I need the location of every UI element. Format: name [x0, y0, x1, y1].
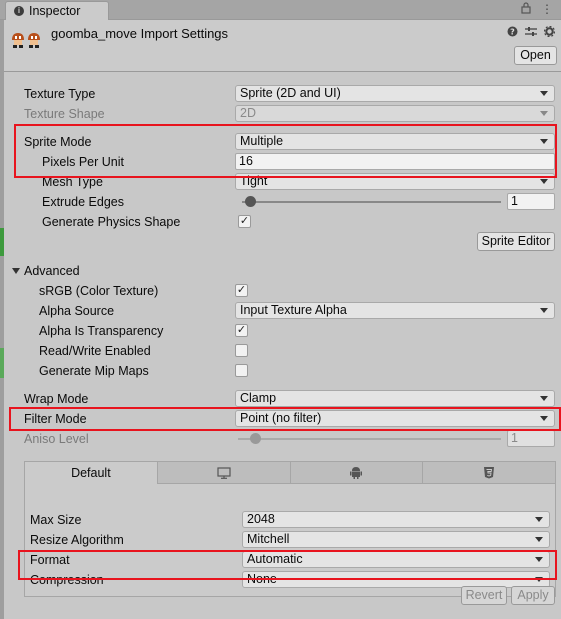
srgb-label: sRGB (Color Texture)	[39, 284, 159, 298]
texture-type-label: Texture Type	[24, 87, 96, 101]
texture-shape-dropdown: 2D	[235, 105, 555, 122]
monitor-icon	[217, 466, 231, 479]
foldout-arrow-icon[interactable]	[12, 268, 20, 274]
read-write-checkbox[interactable]	[235, 344, 248, 357]
lock-icon[interactable]	[521, 2, 531, 17]
extrude-edges-label: Extrude Edges	[42, 195, 124, 209]
alpha-is-transparency-label: Alpha Is Transparency	[39, 324, 164, 338]
wrap-mode-label: Wrap Mode	[24, 392, 89, 406]
aniso-level-slider	[238, 438, 501, 440]
texture-type-dropdown[interactable]: Sprite (2D and UI)	[235, 85, 555, 102]
inspector-panel: goomba_move Import Settings ? Open Textu…	[4, 20, 561, 619]
texture-shape-value: 2D	[240, 106, 256, 120]
highlight-box	[18, 550, 557, 580]
help-icon[interactable]: ?	[507, 26, 518, 40]
chevron-down-icon	[540, 308, 548, 313]
presets-icon[interactable]	[525, 26, 537, 40]
tab-android[interactable]	[290, 462, 424, 484]
max-size-dropdown[interactable]: 2048	[242, 511, 550, 528]
max-size-label: Max Size	[30, 513, 82, 527]
chevron-down-icon	[535, 517, 543, 522]
srgb-checkbox[interactable]: ✓	[235, 284, 248, 297]
resize-algorithm-value: Mitchell	[247, 532, 290, 546]
alpha-is-transparency-checkbox[interactable]: ✓	[235, 324, 248, 337]
resize-algorithm-label: Resize Algorithm	[30, 533, 124, 547]
tab-default[interactable]: Default	[25, 462, 158, 484]
wrap-mode-dropdown[interactable]: Clamp	[235, 390, 555, 407]
goomba-sprite-icon	[12, 33, 40, 48]
platform-tabs: Default	[25, 462, 555, 484]
extrude-edges-field[interactable]: 1	[507, 193, 555, 210]
more-icon[interactable]: ⋮	[541, 2, 553, 17]
sprite-editor-button[interactable]: Sprite Editor	[477, 232, 555, 251]
generate-physics-shape-label: Generate Physics Shape	[42, 215, 181, 229]
tab-webgl[interactable]	[423, 462, 555, 484]
apply-button[interactable]: Apply	[511, 586, 555, 605]
revert-button[interactable]: Revert	[461, 586, 507, 605]
chevron-down-icon	[535, 537, 543, 542]
alpha-source-label: Alpha Source	[39, 304, 115, 318]
generate-physics-shape-checkbox[interactable]: ✓	[238, 215, 251, 228]
extrude-edges-slider-handle[interactable]	[245, 196, 256, 207]
highlight-box	[9, 407, 561, 431]
wrap-mode-value: Clamp	[240, 391, 277, 405]
texture-shape-label: Texture Shape	[24, 107, 105, 121]
alpha-source-value: Input Texture Alpha	[240, 303, 347, 317]
read-write-label: Read/Write Enabled	[39, 344, 151, 358]
chevron-down-icon	[540, 179, 548, 184]
inspector-tab[interactable]: i Inspector	[5, 1, 109, 20]
chevron-down-icon	[540, 91, 548, 96]
chevron-down-icon	[540, 111, 548, 116]
generate-mip-maps-checkbox[interactable]	[235, 364, 248, 377]
window-tab-bar: i Inspector ⋮	[0, 0, 561, 20]
extrude-edges-slider[interactable]	[242, 201, 501, 203]
asset-title: goomba_move Import Settings	[51, 26, 229, 41]
advanced-foldout-label[interactable]: Advanced	[24, 264, 80, 278]
svg-text:?: ?	[510, 28, 515, 37]
gear-icon[interactable]	[543, 25, 556, 40]
tab-standalone[interactable]	[157, 462, 291, 484]
aniso-level-slider-handle	[250, 433, 261, 444]
chevron-down-icon	[540, 396, 548, 401]
open-button[interactable]: Open	[514, 46, 557, 65]
generate-mip-maps-label: Generate Mip Maps	[39, 364, 149, 378]
info-icon: i	[14, 6, 24, 16]
resize-algorithm-dropdown[interactable]: Mitchell	[242, 531, 550, 548]
alpha-source-dropdown[interactable]: Input Texture Alpha	[235, 302, 555, 319]
texture-type-value: Sprite (2D and UI)	[240, 86, 341, 100]
inspector-tab-label: Inspector	[29, 4, 81, 18]
android-icon	[350, 467, 363, 479]
max-size-value: 2048	[247, 512, 275, 526]
aniso-level-field: 1	[507, 430, 555, 447]
aniso-level-label: Aniso Level	[24, 432, 89, 446]
highlight-box	[14, 124, 557, 178]
asset-header: goomba_move Import Settings ? Open	[4, 20, 561, 72]
html5-icon	[484, 467, 495, 479]
